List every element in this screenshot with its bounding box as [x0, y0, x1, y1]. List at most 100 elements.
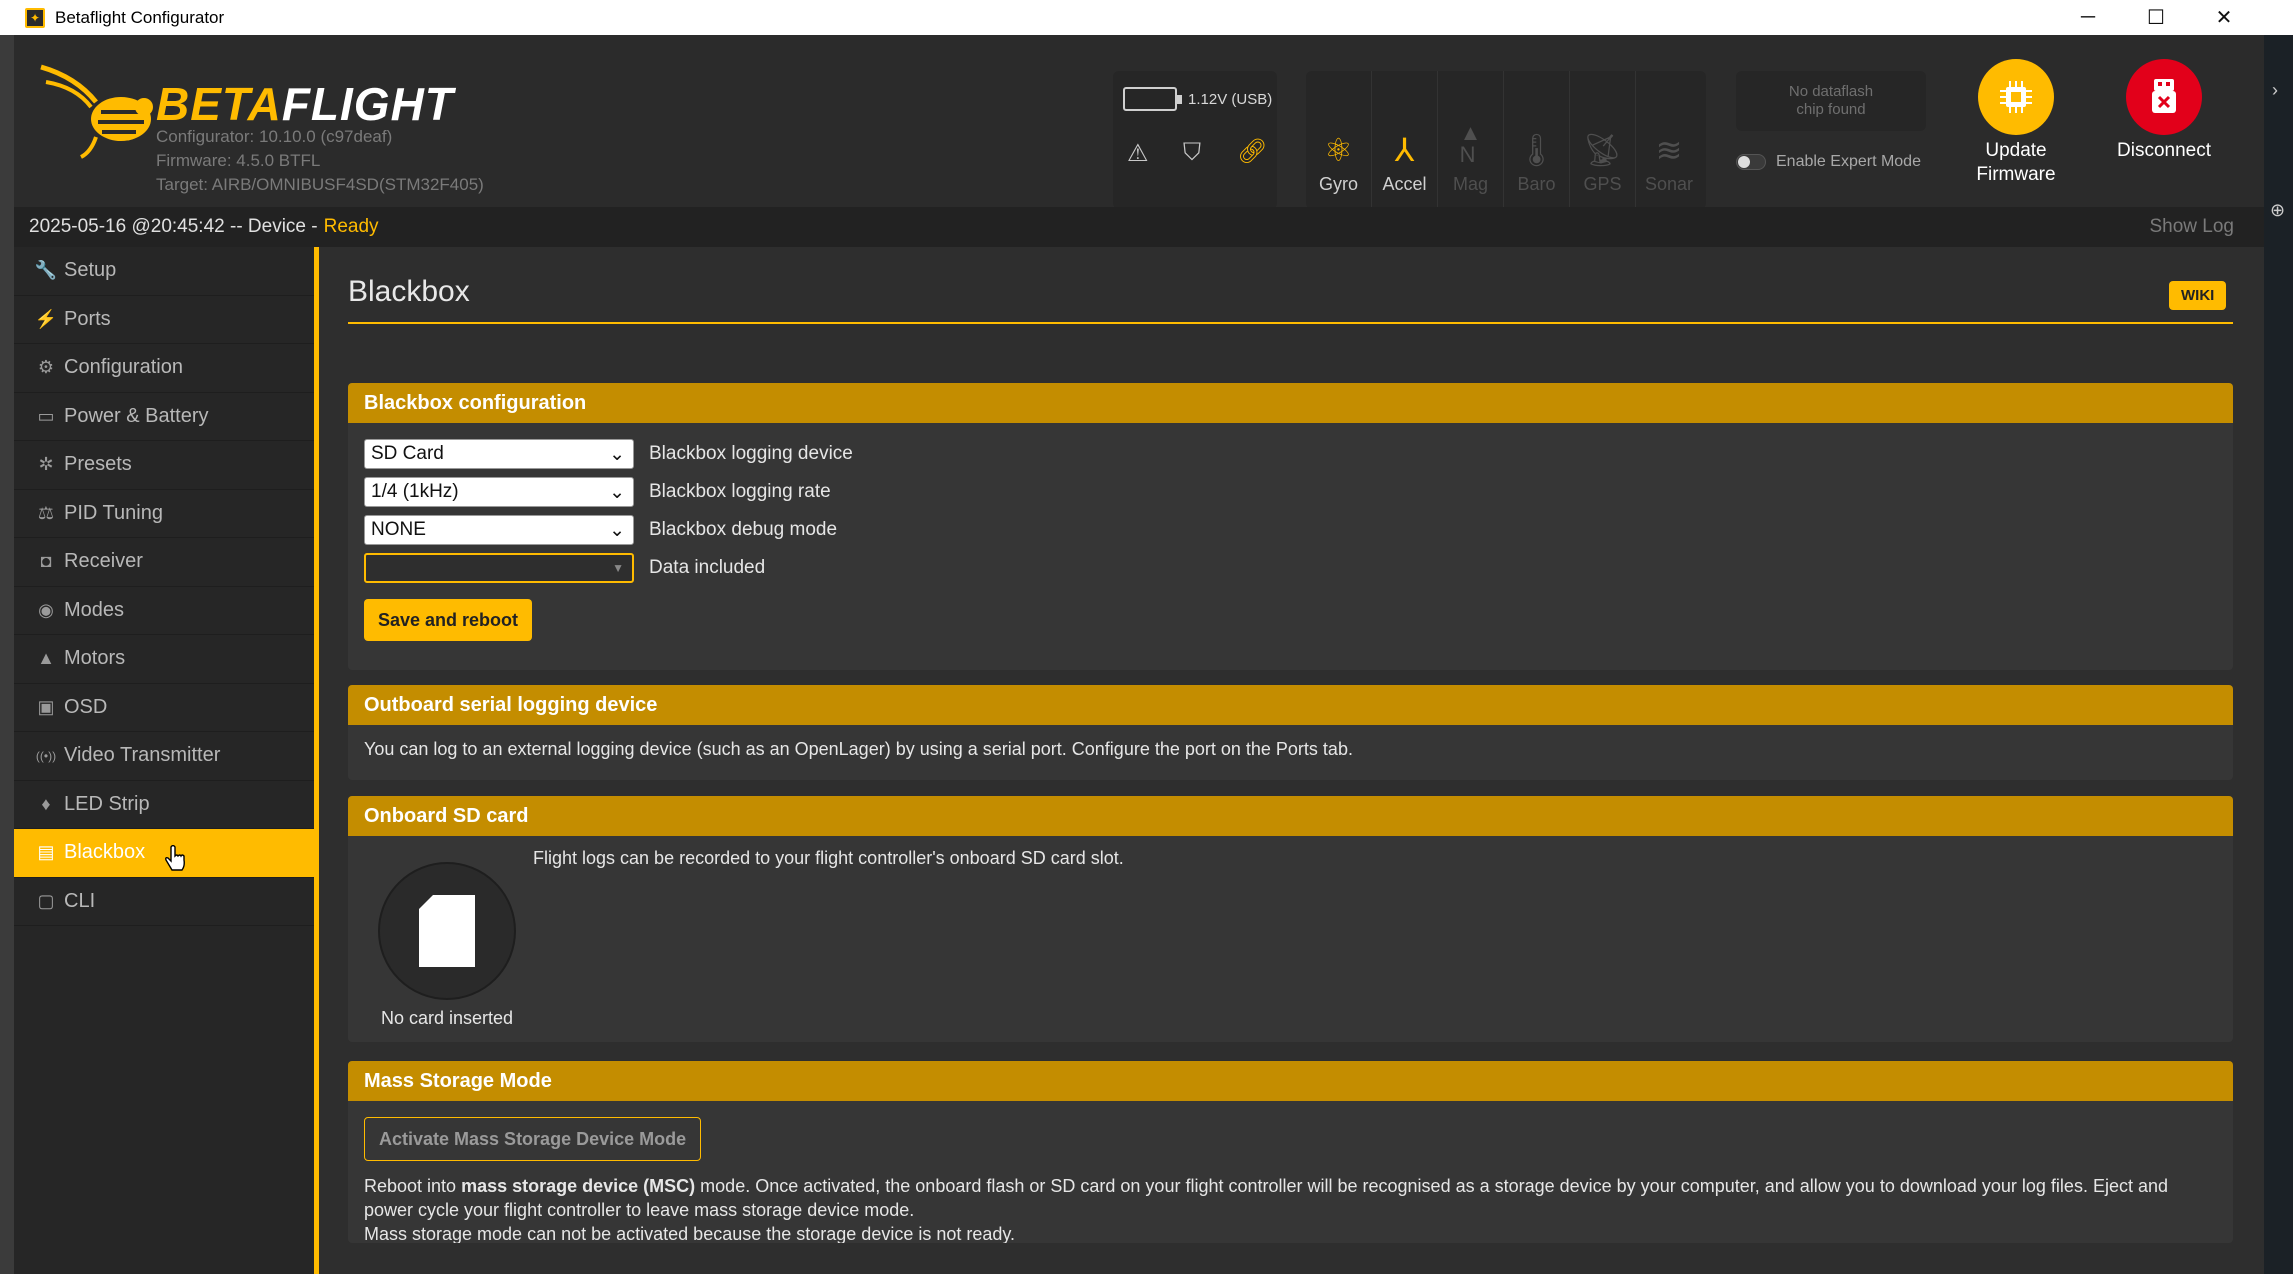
update-firmware-label: Update Firmware: [1976, 140, 2056, 185]
sidebar-item-cli[interactable]: ▢ CLI: [14, 878, 314, 926]
logging-rate-label: Blackbox logging rate: [649, 481, 831, 502]
disconnect-label: Disconnect: [2117, 140, 2211, 161]
page-title: Blackbox: [348, 275, 470, 308]
app-window: BETAFLIGHT Configurator: 10.10.0 (c97dea…: [14, 35, 2264, 1274]
sidebar-item-led-strip[interactable]: ♦ LED Strip: [14, 781, 314, 829]
led-icon: ♦: [41, 793, 51, 814]
debug-mode-label: Blackbox debug mode: [649, 519, 838, 540]
battery-status: 1.12V (USB) ⚠ ⛉ 🔗︎: [1113, 71, 1277, 209]
modes-icon: ◉: [38, 599, 54, 620]
betaflight-wordmark: BETAFLIGHT: [156, 78, 454, 130]
panel-title: Onboard SD card: [348, 796, 2233, 836]
wrench-icon: 🔧: [34, 260, 58, 281]
link-icon: 🔗︎: [1237, 138, 1268, 165]
firmware-version: Firmware: 4.5.0 BTFL: [156, 151, 321, 170]
sensor-panel: ⚛ Gyro ⅄ Accel ▲ N Mag 🌡︎ Baro 📡︎ GPS ≋ S: [1306, 71, 1706, 209]
chip-icon: [2000, 81, 2032, 113]
hand-cursor-icon: [165, 845, 185, 871]
sidebar-item-video-transmitter[interactable]: ((•)) Video Transmitter: [14, 732, 314, 781]
baro-icon: 🌡︎: [1516, 132, 1557, 168]
app-icon: ✦: [25, 7, 45, 28]
window-titlebar: ✦ Betaflight Configurator ─ ☐ ✕: [0, 0, 2293, 35]
sidebar-item-blackbox[interactable]: ▤ Blackbox: [14, 829, 314, 878]
sidebar-item-pid-tuning[interactable]: ⚖ PID Tuning: [14, 490, 314, 538]
chevron-down-icon: ⌄: [609, 481, 625, 503]
globe-icon: ⊕: [2270, 200, 2286, 220]
presets-icon: ✲: [38, 454, 54, 475]
panel-title: Mass Storage Mode: [348, 1061, 2233, 1101]
plug-icon: ⚡: [34, 308, 58, 329]
outboard-logging-panel: Outboard serial logging device You can l…: [348, 685, 2233, 780]
battery-icon: [1123, 87, 1182, 111]
sd-description: Flight logs can be recorded to your flig…: [533, 848, 1124, 868]
expert-mode-toggle[interactable]: Enable Expert Mode: [1736, 153, 1921, 171]
logging-rate-select[interactable]: 1/4 (1kHz) ⌄: [364, 477, 634, 507]
failsafe-icon: ⛉: [1183, 139, 1201, 166]
configurator-version: Configurator: 10.10.0 (c97deaf): [156, 127, 393, 146]
cli-icon: ▢: [37, 890, 55, 911]
blackbox-config-panel: Blackbox configuration SD Card ⌄ Blackbox…: [348, 383, 2233, 670]
sensor-mag: ▲ N Mag: [1438, 71, 1504, 209]
sd-card-icon: [419, 895, 475, 967]
close-button[interactable]: ✕: [2190, 0, 2258, 35]
sidebar-item-osd[interactable]: ▣ OSD: [14, 684, 314, 732]
desktop-left-strip: [0, 35, 14, 1274]
vtx-icon: ((•)): [35, 748, 57, 763]
update-firmware-button[interactable]: [1978, 59, 2054, 135]
chevron-right-icon: ›: [2272, 80, 2278, 100]
osd-icon: ▣: [37, 696, 55, 717]
accel-icon: ⅄: [1394, 132, 1415, 168]
window-title: Betaflight Configurator: [55, 7, 225, 27]
toggle-switch[interactable]: [1736, 154, 1766, 170]
battery-icon: ▭: [37, 405, 55, 426]
disconnect-button[interactable]: [2126, 59, 2202, 135]
sidebar-item-motors[interactable]: ▲ Motors: [14, 635, 314, 684]
sidebar-item-modes[interactable]: ◉ Modes: [14, 587, 314, 635]
activate-msc-button[interactable]: Activate Mass Storage Device Mode: [364, 1117, 702, 1161]
sensor-sonar: ≋ Sonar: [1644, 132, 1694, 194]
expert-mode-label: Enable Expert Mode: [1776, 153, 1921, 170]
msc-description: Reboot into mass storage device (MSC) mo…: [364, 1176, 2168, 1220]
sidebar-item-power-battery[interactable]: ▭ Power & Battery: [14, 393, 314, 441]
msc-not-ready-text: Mass storage mode can not be activated b…: [364, 1223, 1016, 1243]
wiki-button[interactable]: WIKI: [2169, 281, 2227, 310]
sd-card-status-indicator: [378, 862, 516, 1000]
sensor-accel: ⅄ Accel: [1372, 71, 1438, 209]
usb-disconnect-icon: [2152, 79, 2176, 113]
debug-mode-select[interactable]: NONE ⌄: [364, 515, 634, 545]
show-log-link[interactable]: Show Log: [2149, 216, 2234, 238]
data-included-select[interactable]: ▼: [364, 553, 634, 583]
data-included-label: Data included: [649, 557, 766, 578]
save-and-reboot-button[interactable]: Save and reboot: [364, 599, 533, 641]
sd-card-status: No card inserted: [380, 1008, 514, 1028]
logging-device-label: Blackbox logging device: [649, 443, 853, 464]
logging-device-select[interactable]: SD Card ⌄: [364, 439, 634, 469]
sensor-gyro: ⚛ Gyro: [1306, 71, 1372, 209]
caret-down-icon: ▼: [612, 561, 624, 575]
target-info: Target: AIRB/OMNIBUSF4SD(STM32F405): [156, 175, 484, 194]
chevron-down-icon: ⌄: [609, 519, 625, 541]
status-timestamp: 2025-05-16 @20:45:42 -- Device -: [29, 216, 318, 237]
minimize-button[interactable]: ─: [2054, 0, 2122, 35]
main-content: Blackbox WIKI Blackbox configuration SD …: [319, 247, 2264, 1274]
status-bar: 2025-05-16 @20:45:42 -- Device - Ready S…: [14, 207, 2264, 247]
blackbox-icon: ▤: [37, 842, 55, 863]
desktop-right-strip: ⊕ ›: [2264, 35, 2293, 1274]
mass-storage-panel: Mass Storage Mode Activate Mass Storage …: [348, 1061, 2233, 1243]
maximize-button[interactable]: ☐: [2122, 0, 2190, 35]
dataflash-status: No dataflash chip found: [1736, 71, 1926, 131]
sidebar-item-ports[interactable]: ⚡ Ports: [14, 296, 314, 344]
title-divider: [348, 322, 2233, 324]
sidebar-item-presets[interactable]: ✲ Presets: [14, 441, 314, 490]
battery-voltage: 1.12V (USB): [1188, 91, 1273, 108]
gyro-icon: ⚛: [1324, 132, 1353, 168]
panel-title: Blackbox configuration: [348, 383, 2233, 423]
bee-logo-icon: [40, 64, 153, 159]
outboard-description: You can log to an external logging devic…: [364, 739, 1353, 759]
receiver-icon: ◘: [40, 551, 52, 572]
gps-icon: 📡︎: [1582, 132, 1623, 168]
sidebar-item-configuration[interactable]: ⚙ Configuration: [14, 344, 314, 393]
gear-icon: ⚙: [37, 357, 55, 378]
sidebar-item-setup[interactable]: 🔧 Setup: [14, 247, 314, 296]
sidebar-item-receiver[interactable]: ◘ Receiver: [14, 538, 314, 587]
